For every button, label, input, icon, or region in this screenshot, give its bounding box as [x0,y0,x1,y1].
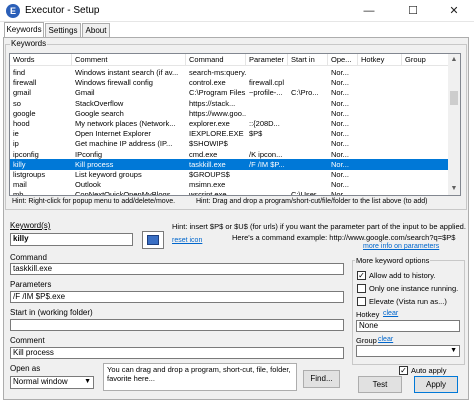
table-row[interactable]: mb ConNextQuickOpenMyBlogs wscript.exe C:\U… [10,189,450,196]
check-icon: ✓ [358,271,365,280]
keywords-group-label: Keywords [10,39,48,48]
keyword-input[interactable]: killy [10,233,133,246]
tab-about[interactable]: About [82,23,110,37]
parameter-hint: Hint: insert $P$ or $U$ (for urls) if yo… [172,222,466,231]
column-header-parameter[interactable]: Parameter [246,54,288,66]
parameters-label: Parameters [10,280,52,289]
more-info-link[interactable]: more info on parameters [363,243,439,250]
open-as-value: Normal window [13,377,68,386]
open-as-label: Open as [10,364,41,373]
close-button[interactable]: ✕ [434,0,474,22]
comment-label: Comment [10,336,45,345]
cell-start-in: C:\User... [291,190,323,196]
check-icon: ✓ [400,366,407,375]
group-clear-link[interactable]: clear [378,336,393,343]
comment-input[interactable]: Kill process [10,347,344,359]
column-header-words[interactable]: Words [10,54,72,66]
one-instance-label: Only one instance running. [369,284,459,293]
allow-history-label: Allow add to history. [369,271,436,280]
scroll-down-icon[interactable]: ▼ [448,183,460,195]
command-label: Command [10,253,47,262]
cell-hotkey [358,189,402,195]
column-header-start-in[interactable]: Start in [288,54,328,66]
minimize-button[interactable]: — [349,0,389,22]
maximize-button[interactable]: ☐ [393,0,433,22]
hotkey-input[interactable]: None [356,320,460,332]
elevate-checkbox[interactable] [357,297,366,306]
find-button[interactable]: Find... [303,370,340,388]
cell-words: mb [13,190,24,196]
column-header-comment[interactable]: Comment [72,54,186,66]
column-header-hotkey[interactable]: Hotkey [358,54,402,66]
tab-settings[interactable]: Settings [45,23,81,37]
keyword-icon-button[interactable] [142,231,164,249]
start-in-input[interactable] [10,319,344,331]
scroll-up-icon[interactable]: ▲ [448,54,460,66]
keywords-list[interactable]: Words Comment Command Parameter Start in… [9,53,461,196]
chevron-down-icon[interactable]: ▼ [450,346,457,356]
drop-target-area[interactable]: You can drag and drop a program, short-c… [103,363,297,391]
keyword-label: Keyword(s) [10,221,51,230]
column-header-open-as[interactable]: Ope... [328,54,358,66]
app-icon: E [6,4,20,18]
more-options-label: More keyword options [355,256,431,265]
cell-parameter [246,189,288,195]
drag-drop-hint: Hint: Drag and drop a program/short-cut/… [196,198,428,205]
column-header-command[interactable]: Command [186,54,246,66]
hotkey-label: Hotkey [356,310,380,319]
command-input[interactable]: taskkill.exe [10,263,344,275]
apply-button[interactable]: Apply [414,376,458,393]
command-example-hint: Here's a command example: http://www.goo… [232,233,456,242]
scrollbar-thumb[interactable] [450,91,458,105]
cell-command: wscript.exe [189,190,227,196]
allow-history-checkbox[interactable]: ✓ [357,271,366,280]
cell-open-as: Nor... [331,190,349,196]
auto-apply-label: Auto apply [411,366,447,375]
group-select[interactable]: ▼ [356,345,460,357]
list-scrollbar[interactable]: ▲ ▼ [448,54,460,195]
one-instance-checkbox[interactable] [357,284,366,293]
tab-keywords[interactable]: Keywords [4,22,44,37]
program-icon [147,235,159,245]
hotkey-clear-link[interactable]: clear [383,310,398,317]
auto-apply-checkbox[interactable]: ✓ [399,366,408,375]
cell-group [402,189,450,195]
reset-icon-link[interactable]: reset icon [172,237,202,244]
chevron-down-icon[interactable]: ▼ [84,377,91,387]
list-hint: Hint: Right-click for popup menu to add/… [12,198,176,205]
column-header-group[interactable]: Group [402,54,450,66]
window-title: Executor - Setup [25,5,100,16]
test-button[interactable]: Test [358,376,402,393]
elevate-label: Elevate (Vista run as...) [369,297,447,306]
open-as-select[interactable]: Normal window ▼ [10,376,94,389]
group-label: Group [356,336,377,345]
start-in-label: Start in (working folder) [10,308,93,317]
cell-comment: ConNextQuickOpenMyBlogs [75,190,171,196]
parameters-input[interactable]: /F /IM $P$.exe [10,291,344,303]
